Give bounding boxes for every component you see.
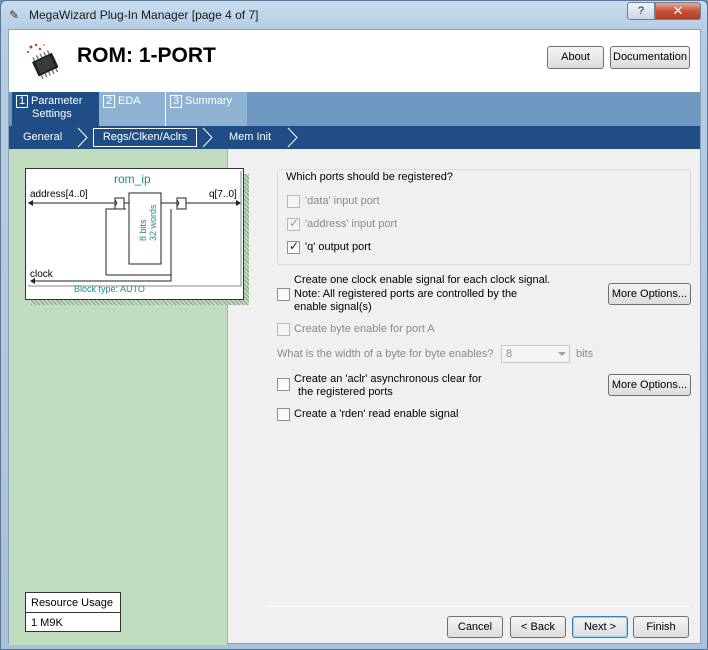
clock-enable-label-line3: enable signal(s) (294, 301, 372, 313)
byte-width-select[interactable]: 8 (501, 345, 570, 363)
aclr-label-line1: Create an 'aclr' asynchronous clear for (294, 373, 482, 385)
subtab-mem-init[interactable]: Mem Init (229, 126, 271, 149)
tab-label: EDA (118, 95, 141, 107)
next-button[interactable]: Next > (572, 616, 628, 638)
aclr-label-line2: the registered ports (298, 386, 393, 398)
symbol-pane: rom_ip address[4..0] q[7..0] clock Block… (9, 149, 249, 645)
megawizard-logo-icon (27, 43, 59, 80)
tab-number: 1 (16, 95, 28, 108)
more-options-aclr-button[interactable]: More Options... (608, 374, 691, 396)
symbol-name: rom_ip (114, 172, 151, 186)
rden-label: Create a 'rden' read enable signal (294, 408, 459, 420)
rden-checkbox[interactable] (277, 408, 290, 421)
sub-tabs: General Regs/Clken/Aclrs Mem Init (9, 126, 700, 149)
block-type-label: Block type: AUTO (74, 284, 145, 294)
chevron-down-icon (558, 352, 566, 356)
byte-width-value: 8 (506, 348, 513, 360)
tab-label: Parameter (31, 95, 83, 107)
registered-ports-title: Which ports should be registered? (286, 171, 453, 183)
close-button[interactable]: ✕ (655, 2, 701, 20)
back-button[interactable]: < Back (510, 616, 566, 638)
q-port-checkbox[interactable] (287, 239, 300, 254)
words-label: 32 words (148, 204, 158, 241)
title-bar: ✎ MegaWizard Plug-In Manager [page 4 of … (1, 1, 707, 29)
q-port-label: 'q' output port (305, 241, 371, 253)
tab-label: Summary (185, 95, 233, 107)
data-port-label: 'data' input port (305, 195, 380, 207)
tab-label: Settings (32, 108, 72, 120)
tab-number: 3 (170, 95, 182, 108)
byte-width-label: What is the width of a byte for byte ena… (277, 348, 494, 360)
data-port-checkbox[interactable] (287, 195, 300, 208)
window-title: MegaWizard Plug-In Manager [page 4 of 7] (29, 8, 259, 22)
aclr-checkbox[interactable] (277, 378, 290, 391)
chevron-right-icon (202, 127, 213, 148)
address-port-label: 'address' input port (305, 218, 398, 230)
byte-enable-checkbox[interactable] (277, 323, 290, 336)
subtab-regs-clken-aclrs[interactable]: Regs/Clken/Aclrs (93, 128, 197, 147)
address-port-label: address[4..0] (30, 189, 88, 200)
wizard-window: ✎ MegaWizard Plug-In Manager [page 4 of … (0, 0, 708, 650)
memory-size-label: 8 bits 32 words (138, 204, 158, 241)
subtab-general[interactable]: General (23, 126, 62, 149)
help-button[interactable]: ? (627, 2, 655, 20)
finish-button[interactable]: Finish (633, 616, 689, 638)
chevron-right-icon (77, 127, 88, 148)
page-tabs: 1 Parameter Settings 2 EDA 3 Summary (9, 92, 700, 126)
q-port-label: q[7..0] (209, 189, 237, 200)
tab-number: 2 (103, 95, 115, 108)
wizard-header: ROM: 1-PORT About Documentation (9, 30, 700, 92)
about-button[interactable]: About (547, 46, 604, 69)
byte-width-unit: bits (576, 348, 594, 360)
tab-eda[interactable]: 2 EDA (99, 92, 165, 126)
clock-port-label: clock (30, 269, 53, 280)
wand-icon: ✎ (9, 8, 20, 22)
clock-enable-checkbox[interactable] (277, 288, 290, 301)
chevron-right-icon (287, 127, 298, 148)
client-area: ROM: 1-PORT About Documentation 1 Paramet… (8, 29, 701, 645)
documentation-button[interactable]: Documentation (610, 46, 690, 69)
byte-enable-label: Create byte enable for port A (294, 323, 435, 335)
rom-symbol: rom_ip address[4..0] q[7..0] clock Block… (25, 168, 244, 300)
cancel-button[interactable]: Cancel (447, 616, 503, 638)
page-title: ROM: 1-PORT (77, 44, 216, 67)
clock-enable-label-line2: Note: All registered ports are controlle… (294, 288, 518, 300)
footer-separator (267, 606, 690, 607)
resource-usage-title: Resource Usage (26, 593, 120, 613)
tab-parameter-settings[interactable]: 1 Parameter Settings (12, 92, 99, 126)
bits-label: 8 bits (138, 219, 148, 241)
resource-usage-box: Resource Usage 1 M9K (25, 592, 121, 632)
clock-enable-label-line1: Create one clock enable signal for each … (294, 274, 551, 286)
tab-summary[interactable]: 3 Summary (165, 92, 247, 126)
resource-usage-value: 1 M9K (31, 617, 63, 629)
address-port-checkbox[interactable] (287, 216, 300, 231)
more-options-clock-button[interactable]: More Options... (608, 283, 691, 305)
